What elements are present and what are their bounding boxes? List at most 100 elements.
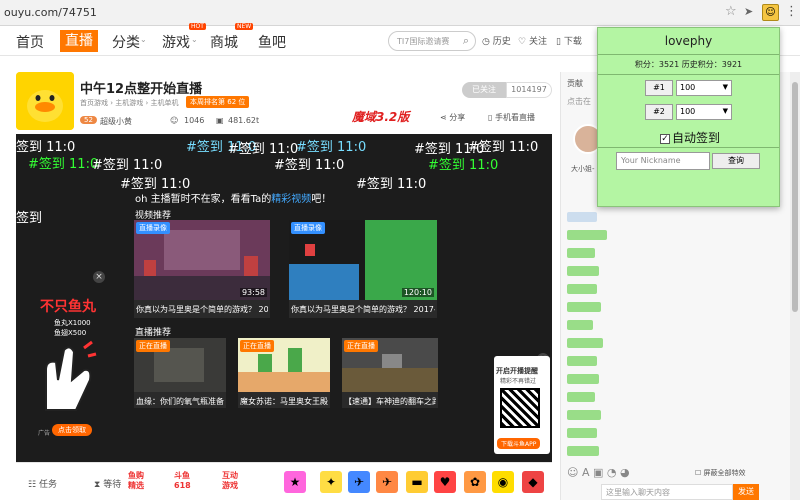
auto-sign-checkbox[interactable]: ✓ 自动签到 (660, 129, 720, 146)
highlight-video-link[interactable]: 精彩视频 (271, 194, 311, 205)
browser-address-bar: ouyu.com/74751 ☆ ➤ ☺ ⋮ (0, 0, 800, 26)
browser-menu-icon[interactable]: ⋮ (785, 4, 798, 19)
close-icon[interactable]: × (93, 271, 105, 283)
font-icon[interactable]: A (582, 466, 590, 479)
slot-1-button[interactable]: #1 (645, 80, 673, 96)
extension-popup: lovephy 积分：3521 历史积分：3921 #1 100 ▼ #2 100… (597, 27, 780, 207)
url-field[interactable]: ouyu.com/74751 (4, 6, 97, 19)
gift-icon[interactable]: ✿ (464, 471, 486, 493)
duration-label: 120:10 (401, 288, 434, 297)
live-badge: 正在直播 (344, 340, 378, 352)
nav-games[interactable]: 游戏 (162, 32, 190, 52)
app-download-ad[interactable]: 开启开播提醒 精彩不再错过 下载斗鱼APP (494, 356, 550, 454)
nav-home[interactable]: 首页 (16, 32, 44, 52)
search-input[interactable]: TI7国际邀请赛 ⌕ (388, 31, 476, 51)
history-link[interactable]: ◷ 历史 (482, 34, 511, 47)
search-icon[interactable]: ⌕ (463, 34, 469, 48)
divider (598, 54, 779, 55)
extension-arrow-icon[interactable]: ➤ (744, 5, 758, 19)
promo-ad-left[interactable]: 不只鱼丸 鱼丸X1000 鱼翅X500 广告 点击领取 (16, 290, 102, 440)
live-thumbnail[interactable]: 正在直播 (134, 338, 226, 392)
checkbox-checked-icon[interactable]: ✓ (660, 133, 670, 144)
ad-tag: 广告 (38, 430, 51, 437)
video-thumbnail[interactable]: 直播录像 93:58 (134, 220, 270, 300)
gift-icon[interactable]: ◉ (492, 471, 514, 493)
ad-subtitle-1: 鱼丸X1000 (54, 319, 91, 327)
chat-message (567, 266, 599, 276)
video-thumbnail[interactable]: 直播录像 120:10 (289, 220, 437, 300)
emoji-icon[interactable]: ☺ (567, 466, 578, 479)
speech-icon[interactable]: ◕ (620, 466, 630, 479)
send-button[interactable]: 发送 (733, 484, 759, 500)
offline-message: oh 主播暂时不在家，看看Ta的精彩视频吧！ (135, 190, 331, 205)
anchor-avatar[interactable] (16, 72, 74, 130)
nav-mall[interactable]: 商城 (210, 32, 238, 52)
live-badge: 正在直播 (240, 340, 274, 352)
chat-message (567, 356, 597, 366)
live-caption[interactable]: 魔女苏诺：马里奥女王殿... (240, 396, 328, 407)
gift-icon[interactable]: ▬ (406, 471, 428, 493)
slot-1-value: 100 (680, 83, 696, 92)
douyu-helper-extension-icon[interactable]: ☺ (762, 4, 779, 21)
scrollbar-thumb[interactable] (792, 82, 798, 312)
wait-button[interactable]: ⧗ 等待 (94, 477, 121, 490)
chat-bubble-icon[interactable]: ◔ (607, 466, 617, 479)
task-button[interactable]: ☷ 任务 (28, 477, 57, 490)
fans-count: 1046 (184, 116, 205, 125)
contribution-tab[interactable]: 贡献 (567, 78, 583, 89)
danmaku-message: #签到 11:0 (356, 177, 427, 192)
download-link[interactable]: ▯ 下载 (556, 34, 582, 47)
duration-label: 93:58 (239, 288, 267, 297)
divider (598, 147, 779, 148)
chat-input[interactable]: 这里输入聊天内容 (601, 484, 733, 500)
qr-code (500, 388, 540, 428)
mobile-watch-button[interactable]: ▯ 手机看直播 (488, 112, 535, 123)
gift-icon[interactable]: ♥ (434, 471, 456, 493)
slot-1-select[interactable]: 100 ▼ (676, 80, 732, 96)
followed-button[interactable]: 已关注 (462, 82, 506, 98)
chat-message (567, 338, 603, 348)
nickname-input[interactable]: Your Nickname (616, 152, 710, 170)
video-caption[interactable]: 你真以为马里奥是个简单的游戏？ 2017-... (136, 304, 268, 315)
fish-shop-button[interactable]: 鱼购 精选 (128, 471, 144, 491)
gift-icon[interactable]: ★ (284, 471, 306, 493)
chat-input-placeholder: 这里输入聊天内容 (606, 488, 670, 497)
interactive-game-button[interactable]: 互动 游戏 (222, 471, 238, 491)
block-effects-toggle[interactable]: ☐ 屏蔽全部特效 (695, 468, 746, 478)
live-thumbnail[interactable]: 正在直播 (342, 338, 438, 392)
gift-icon[interactable]: ◆ (522, 471, 544, 493)
slot-2-button[interactable]: #2 (645, 104, 673, 120)
replay-badge: 直播录像 (291, 222, 325, 234)
follow-link[interactable]: ♡ 关注 (518, 34, 547, 47)
breadcrumb[interactable]: 首页游戏 › 主机游戏 › 主机单机 (80, 98, 179, 108)
ad-title: 不只鱼丸 (40, 299, 96, 315)
anchor-name[interactable]: 超级小黄 (100, 116, 132, 127)
bookmark-star-icon[interactable]: ☆ (725, 4, 737, 19)
gift-icon[interactable]: ✦ (320, 471, 342, 493)
image-icon[interactable]: ▣ (593, 466, 603, 479)
new-badge: NEW (235, 23, 254, 30)
weekly-rank-badge[interactable]: 本周排名第 62 位 (186, 96, 250, 108)
share-button[interactable]: ⋖ 分享 (440, 112, 465, 123)
fans-icon: ☺ (170, 116, 179, 125)
nav-live[interactable]: 直播 (60, 30, 98, 52)
game-promo-banner[interactable]: 魔域3.2版 (352, 108, 409, 125)
page-scrollbar[interactable] (790, 72, 800, 500)
gift-icon[interactable]: ✈ (376, 471, 398, 493)
video-caption[interactable]: 你真以为马里奥是个简单的游戏？ 2017-... (291, 304, 435, 315)
nav-fishbar[interactable]: 鱼吧 (258, 32, 286, 52)
live-caption[interactable]: 血缘：你们的氧气瓶准备... (136, 396, 224, 407)
chat-message (567, 212, 597, 222)
history-label: 历史 (492, 37, 511, 47)
slot-2-select[interactable]: 100 ▼ (676, 104, 732, 120)
gift-icon[interactable]: ✈ (348, 471, 370, 493)
live-caption[interactable]: 【速通】车神迪的翻车之路 (344, 396, 436, 407)
live-thumbnail[interactable]: 正在直播 (238, 338, 330, 392)
download-app-button[interactable]: 下载斗鱼APP (497, 438, 541, 449)
ad-right-subtitle: 精彩不再错过 (500, 378, 537, 385)
claim-button[interactable]: 点击领取 (52, 424, 92, 436)
chat-message (567, 284, 597, 294)
douyu-618-button[interactable]: 斗鱼 618 (174, 471, 191, 491)
nav-category[interactable]: 分类 (112, 32, 140, 52)
query-button[interactable]: 查询 (712, 153, 760, 169)
